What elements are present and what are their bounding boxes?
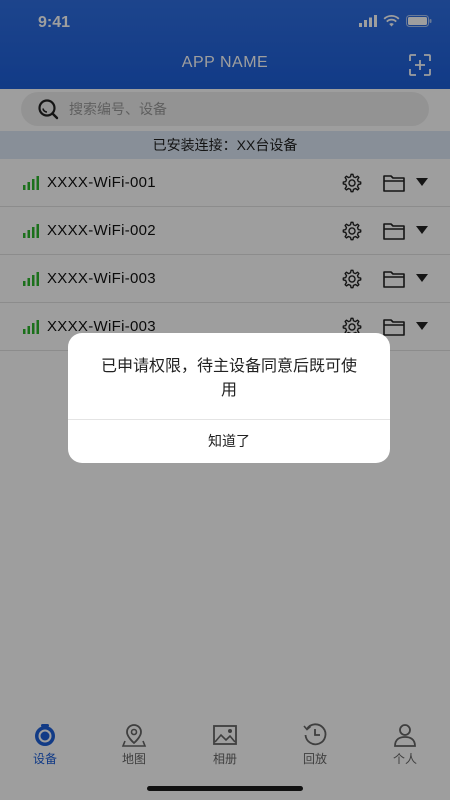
home-indicator	[147, 786, 303, 791]
dialog-message: 已申请权限，待主设备同意后既可使用	[100, 358, 357, 399]
confirm-button[interactable]: 知道了	[68, 420, 390, 463]
permission-dialog: 已申请权限，待主设备同意后既可使用 知道了	[68, 333, 390, 463]
